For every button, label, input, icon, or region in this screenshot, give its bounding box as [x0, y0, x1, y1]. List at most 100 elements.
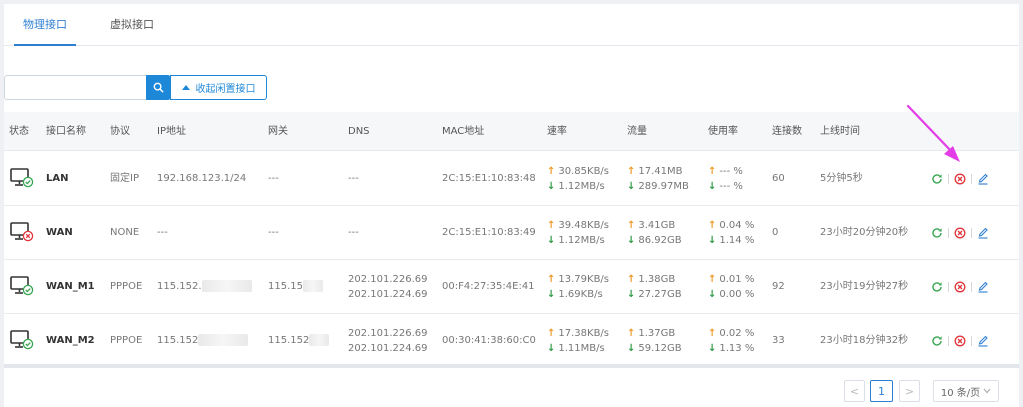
rate-up: ↑ 13.79KB/s	[547, 272, 609, 287]
collapse-idle-interfaces-button[interactable]: 收起闲置接口	[170, 75, 267, 100]
refresh-button[interactable]	[930, 334, 944, 348]
arrow-up-icon: ↑	[627, 166, 636, 177]
rate-down-value: 1.11MB/s	[558, 343, 605, 354]
circle-x-icon	[954, 173, 966, 185]
traffic: ↑ 1.37GB ↓ 59.12GB	[627, 326, 682, 356]
usage-up-value: 0.02 %	[719, 328, 755, 339]
collapse-idle-label: 收起闲置接口	[195, 84, 256, 95]
edit-button[interactable]	[976, 226, 990, 240]
row-actions	[930, 225, 1000, 241]
horizontal-scrollbar[interactable]	[4, 364, 1019, 368]
tab-physical-interfaces[interactable]: 物理接口	[14, 4, 76, 46]
redacted-block	[309, 334, 330, 346]
edit-pencil-icon	[978, 281, 988, 293]
usage: ↑ 0.01 % ↓ 0.00 %	[708, 272, 754, 302]
rate-up-value: 39.48KB/s	[558, 220, 610, 231]
connections: 0	[772, 227, 779, 238]
rate-up: ↑ 17.38KB/s	[547, 326, 609, 341]
action-divider	[971, 336, 972, 346]
traffic-up: ↑ 1.38GB	[627, 272, 682, 287]
usage-up-value: 0.01 %	[719, 274, 755, 285]
column-header-rate: 速率	[547, 126, 567, 137]
traffic-down-value: 59.12GB	[638, 343, 682, 354]
interface-tabs: 物理接口 虚拟接口	[4, 4, 1019, 46]
redacted-block	[303, 280, 323, 292]
usage-down-value: 0.00 %	[719, 289, 755, 300]
traffic: ↑ 1.38GB ↓ 27.27GB	[627, 272, 682, 302]
usage-down: ↓ 1.14 %	[708, 233, 754, 248]
protocol: 固定IP	[110, 173, 139, 184]
arrow-down-icon: ↓	[547, 343, 556, 354]
usage-up: ↑ 0.01 %	[708, 272, 754, 287]
disconnect-button[interactable]	[953, 172, 967, 186]
ip-address-value: 192.168.123.1/24	[157, 173, 247, 184]
table-row: LAN 固定IP 192.168.123.1/24 --- --- 2C:15:E1:10…	[4, 152, 1019, 206]
circle-x-icon	[954, 281, 966, 293]
disconnect-button[interactable]	[953, 334, 967, 348]
traffic-up-value: 1.38GB	[638, 274, 676, 285]
rate-up-value: 30.85KB/s	[558, 166, 610, 177]
rate-up-value: 13.79KB/s	[558, 274, 610, 285]
traffic-down: ↓ 289.97MB	[627, 179, 689, 194]
traffic: ↑ 3.41GB ↓ 86.92GB	[627, 218, 682, 248]
interface-name: WAN	[46, 227, 73, 238]
pagination-page-1[interactable]: 1	[870, 380, 893, 402]
monitor-connected-icon	[10, 330, 34, 350]
interface-name: WAN_M2	[46, 335, 95, 346]
dns-server: 202.101.226.69	[348, 328, 428, 339]
action-divider	[948, 228, 949, 238]
rate-up-value: 17.38KB/s	[558, 328, 610, 339]
arrow-up-icon: ↑	[627, 220, 636, 231]
online-time: 23小时20分钟20秒	[820, 227, 909, 238]
protocol: NONE	[110, 227, 140, 238]
disconnect-button[interactable]	[953, 226, 967, 240]
search-input[interactable]	[4, 75, 146, 100]
refresh-icon	[932, 336, 942, 346]
ip-address-value: 115.152.	[157, 281, 202, 292]
arrow-down-icon: ↓	[708, 181, 717, 192]
tab-virtual-interfaces[interactable]: 虚拟接口	[106, 4, 158, 46]
gateway-value: 115.152	[268, 335, 310, 346]
arrow-down-icon: ↓	[547, 235, 556, 246]
monitor-disconnected-icon	[10, 222, 34, 242]
column-header-online-time: 上线时间	[820, 126, 860, 137]
arrow-up-icon: ↑	[708, 274, 717, 285]
rate-down: ↓ 1.69KB/s	[547, 287, 609, 302]
usage-down: ↓ 1.13 %	[708, 341, 754, 356]
dns: 202.101.226.69 202.101.224.69	[348, 326, 428, 356]
usage-down: ↓ --- %	[708, 179, 743, 194]
ip-address: 115.152	[157, 333, 249, 348]
edit-button[interactable]	[976, 334, 990, 348]
chevron-down-icon	[983, 388, 991, 394]
redacted-block	[201, 280, 252, 292]
search-button[interactable]	[146, 75, 170, 100]
pagination-prev-button[interactable]: <	[844, 380, 865, 402]
arrow-up-icon: ↑	[627, 274, 636, 285]
column-header-protocol: 协议	[110, 126, 130, 137]
refresh-button[interactable]	[930, 280, 944, 294]
edit-button[interactable]	[976, 172, 990, 186]
traffic-down: ↓ 27.27GB	[627, 287, 682, 302]
search-icon	[153, 82, 164, 93]
pagination-next-button[interactable]: >	[899, 380, 920, 402]
refresh-button[interactable]	[930, 226, 944, 240]
arrow-down-icon: ↓	[708, 289, 717, 300]
dns-server: 202.101.224.69	[348, 289, 428, 300]
column-header-ip-address: IP地址	[157, 126, 186, 137]
dns-server: 202.101.224.69	[348, 343, 428, 354]
gateway-value: 115.15	[268, 281, 303, 292]
arrow-down-icon: ↓	[708, 343, 717, 354]
mac-address: 2C:15:E1:10:83:49	[442, 227, 536, 238]
column-header-traffic: 流量	[627, 126, 647, 137]
gateway-value: ---	[268, 173, 279, 184]
refresh-button[interactable]	[930, 172, 944, 186]
edit-button[interactable]	[976, 280, 990, 294]
mac-address: 2C:15:E1:10:83:48	[442, 173, 536, 184]
ip-address: ---	[157, 225, 168, 240]
arrow-down-icon: ↓	[547, 289, 556, 300]
disconnect-button[interactable]	[953, 280, 967, 294]
table-row: WAN_M1 PPPOE 115.152. 115.15 202.101.226.69 2…	[4, 260, 1019, 314]
rate-down: ↓ 1.12MB/s	[547, 179, 609, 194]
interface-panel: 物理接口 虚拟接口 收起闲置接口 状态 接口名称 协议 IP地址 网关 DNS MAC地址 速…	[4, 4, 1019, 407]
page-size-select[interactable]: 10 条/页	[933, 380, 999, 402]
